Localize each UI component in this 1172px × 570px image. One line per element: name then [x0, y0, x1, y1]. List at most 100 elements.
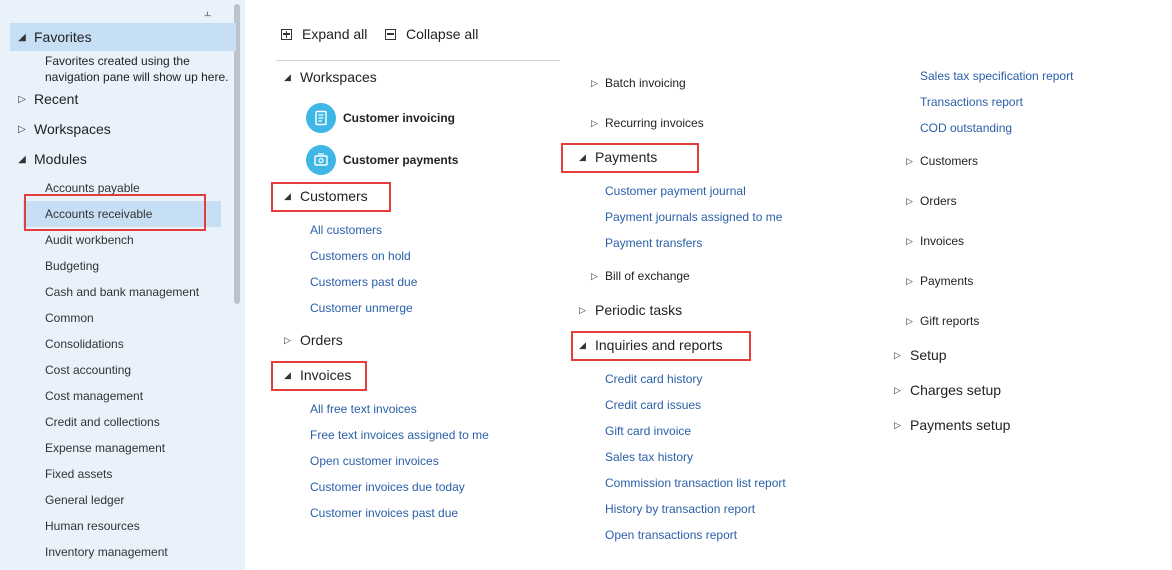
group-reports-orders[interactable]: ▷ Orders — [906, 192, 957, 210]
module-audit-workbench[interactable]: Audit workbench — [23, 227, 221, 253]
nav-workspaces-label: Workspaces — [34, 121, 111, 137]
module-accounts-receivable[interactable]: Accounts receivable — [23, 201, 221, 227]
group-batch-invoicing[interactable]: ▷ Batch invoicing — [591, 74, 686, 92]
link-commission-transaction-list-report[interactable]: Commission transaction list report — [605, 475, 786, 491]
module-accounts-payable[interactable]: Accounts payable — [23, 175, 221, 201]
collapsed-triangle-icon: ▷ — [906, 315, 913, 326]
collapsed-triangle-icon: ▷ — [906, 235, 913, 246]
nav-modules[interactable]: ◢ Modules — [10, 145, 236, 173]
link-customer-invoices-due-today[interactable]: Customer invoices due today — [310, 479, 465, 495]
group-bill-of-exchange-label: Bill of exchange — [605, 269, 690, 283]
nav-favorites-label: Favorites — [34, 29, 92, 45]
section-payments[interactable]: ◢ Payments — [579, 147, 657, 167]
link-customers-past-due[interactable]: Customers past due — [310, 274, 417, 290]
link-cod-outstanding[interactable]: COD outstanding — [920, 120, 1012, 136]
link-customers-on-hold[interactable]: Customers on hold — [310, 248, 411, 264]
section-payments-setup-label: Payments setup — [910, 417, 1011, 433]
link-sales-tax-specification-report[interactable]: Sales tax specification report — [920, 68, 1073, 84]
link-open-customer-invoices[interactable]: Open customer invoices — [310, 453, 439, 469]
workspace-customer-invoicing[interactable]: Customer invoicing — [306, 103, 455, 133]
collapsed-triangle-icon: ▷ — [18, 123, 26, 135]
section-payments-setup[interactable]: ▷ Payments setup — [894, 415, 1010, 435]
workspace-customer-payments[interactable]: Customer payments — [306, 145, 458, 175]
expanded-triangle-icon: ◢ — [284, 190, 291, 201]
module-general-ledger[interactable]: General ledger — [23, 487, 221, 513]
link-credit-card-history[interactable]: Credit card history — [605, 371, 702, 387]
section-inquiries-and-reports[interactable]: ◢ Inquiries and reports — [579, 335, 723, 355]
nav-recent-label: Recent — [34, 91, 79, 107]
section-invoices-label: Invoices — [300, 367, 352, 383]
section-setup-label: Setup — [910, 347, 947, 363]
group-gift-reports[interactable]: ▷ Gift reports — [906, 312, 979, 330]
collapse-all-button[interactable]: Collapse all — [385, 26, 478, 42]
collapsed-triangle-icon: ▷ — [284, 334, 291, 345]
pin-icon[interactable]: ⫠ — [204, 5, 211, 20]
link-history-by-transaction-report[interactable]: History by transaction report — [605, 501, 755, 517]
nav-workspaces[interactable]: ▷ Workspaces — [10, 115, 236, 143]
module-inventory-management[interactable]: Inventory management — [23, 539, 221, 565]
workspace-customer-invoicing-label: Customer invoicing — [343, 111, 456, 125]
module-cost-management[interactable]: Cost management — [23, 383, 221, 409]
section-customers-label: Customers — [300, 188, 368, 204]
expand-all-label: Expand all — [302, 26, 368, 42]
module-cost-accounting[interactable]: Cost accounting — [23, 357, 221, 383]
nav-favorites[interactable]: ◢ Favorites — [10, 23, 236, 51]
section-periodic-tasks[interactable]: ▷ Periodic tasks — [579, 300, 682, 320]
link-customer-unmerge[interactable]: Customer unmerge — [310, 300, 413, 316]
section-setup[interactable]: ▷ Setup — [894, 345, 947, 365]
group-reports-customers[interactable]: ▷ Customers — [906, 152, 978, 170]
group-batch-invoicing-label: Batch invoicing — [605, 76, 686, 90]
expanded-triangle-icon: ◢ — [579, 339, 586, 350]
collapsed-triangle-icon: ▷ — [18, 93, 26, 105]
collapsed-triangle-icon: ▷ — [579, 304, 586, 315]
expand-all-button[interactable]: Expand all — [281, 26, 367, 42]
module-fixed-assets[interactable]: Fixed assets — [23, 461, 221, 487]
module-common[interactable]: Common — [23, 305, 221, 331]
section-charges-setup-label: Charges setup — [910, 382, 1002, 398]
link-free-text-invoices-assigned[interactable]: Free text invoices assigned to me — [310, 427, 489, 443]
link-credit-card-issues[interactable]: Credit card issues — [605, 397, 701, 413]
section-workspaces[interactable]: ◢ Workspaces — [284, 67, 377, 87]
link-payment-transfers[interactable]: Payment transfers — [605, 235, 702, 251]
collapse-all-label: Collapse all — [406, 26, 479, 42]
group-reports-invoices[interactable]: ▷ Invoices — [906, 232, 964, 250]
link-all-free-text-invoices[interactable]: All free text invoices — [310, 401, 417, 417]
link-customer-invoices-past-due[interactable]: Customer invoices past due — [310, 505, 458, 521]
payment-card-icon — [306, 145, 336, 175]
link-payment-journals-assigned[interactable]: Payment journals assigned to me — [605, 209, 782, 225]
group-reports-payments[interactable]: ▷ Payments — [906, 272, 973, 290]
section-orders[interactable]: ▷ Orders — [284, 330, 343, 350]
link-gift-card-invoice[interactable]: Gift card invoice — [605, 423, 691, 439]
group-gift-reports-label: Gift reports — [920, 314, 980, 328]
toolbar-divider — [276, 60, 560, 61]
module-human-resources[interactable]: Human resources — [23, 513, 221, 539]
section-orders-label: Orders — [300, 332, 343, 348]
link-transactions-report[interactable]: Transactions report — [920, 94, 1023, 110]
link-sales-tax-history[interactable]: Sales tax history — [605, 449, 693, 465]
expanded-triangle-icon: ◢ — [18, 31, 26, 43]
link-customer-payment-journal[interactable]: Customer payment journal — [605, 183, 746, 199]
collapsed-triangle-icon: ▷ — [894, 419, 901, 430]
collapsed-triangle-icon: ▷ — [906, 195, 913, 206]
group-recurring-invoices-label: Recurring invoices — [605, 116, 704, 130]
module-consolidations[interactable]: Consolidations — [23, 331, 221, 357]
section-invoices[interactable]: ◢ Invoices — [284, 365, 351, 385]
group-bill-of-exchange[interactable]: ▷ Bill of exchange — [591, 267, 690, 285]
collapsed-triangle-icon: ▷ — [906, 155, 913, 166]
workspace-customer-payments-label: Customer payments — [343, 153, 459, 167]
module-budgeting[interactable]: Budgeting — [23, 253, 221, 279]
group-reports-invoices-label: Invoices — [920, 234, 965, 248]
nav-recent[interactable]: ▷ Recent — [10, 85, 236, 113]
module-cash-and-bank-management[interactable]: Cash and bank management — [23, 279, 221, 305]
invoice-document-icon — [306, 103, 336, 133]
link-open-transactions-report[interactable]: Open transactions report — [605, 527, 737, 543]
collapse-all-icon — [385, 28, 396, 40]
link-all-customers[interactable]: All customers — [310, 222, 382, 238]
module-credit-and-collections[interactable]: Credit and collections — [23, 409, 221, 435]
group-recurring-invoices[interactable]: ▷ Recurring invoices — [591, 114, 704, 132]
module-expense-management[interactable]: Expense management — [23, 435, 221, 461]
section-payments-label: Payments — [595, 149, 658, 165]
section-charges-setup[interactable]: ▷ Charges setup — [894, 380, 1001, 400]
collapsed-triangle-icon: ▷ — [906, 275, 913, 286]
section-customers[interactable]: ◢ Customers — [284, 186, 368, 206]
